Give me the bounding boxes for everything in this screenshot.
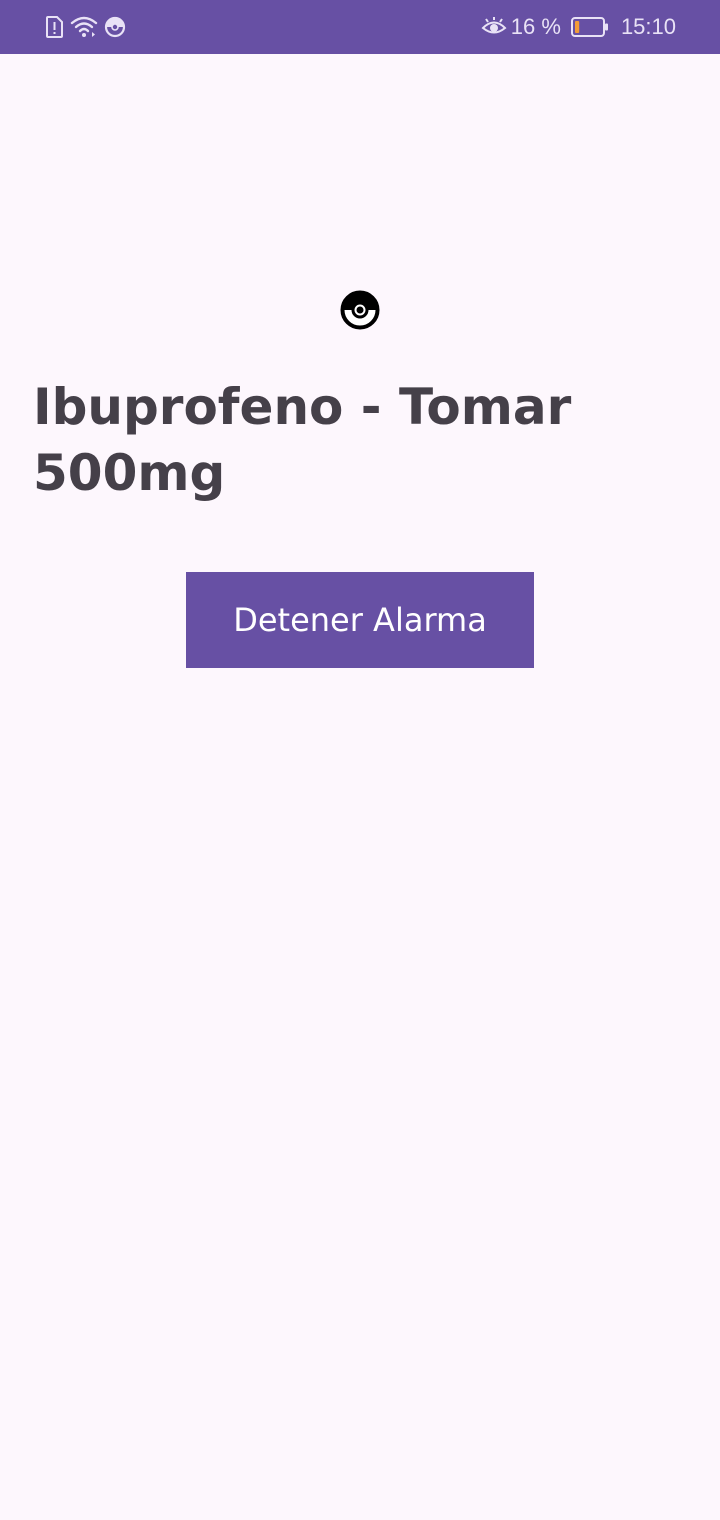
status-time: 15:10 xyxy=(620,14,676,39)
eye-comfort-icon xyxy=(481,16,507,38)
battery-percent: 16 % xyxy=(510,14,561,39)
status-bar-left xyxy=(44,14,126,40)
sim-alert-icon xyxy=(44,16,64,38)
status-bar: 16 % 15:10 xyxy=(0,0,720,54)
status-bar-right: 16 % 15:10 xyxy=(481,14,676,40)
medication-title: Ibuprofeno - Tomar 500mg xyxy=(33,378,572,502)
wifi-icon xyxy=(70,16,98,38)
pokeball-icon xyxy=(340,290,380,330)
stop-alarm-button[interactable]: Detener Alarma xyxy=(186,572,534,668)
pokeball-notification-icon xyxy=(104,16,126,38)
battery-icon xyxy=(570,16,609,38)
